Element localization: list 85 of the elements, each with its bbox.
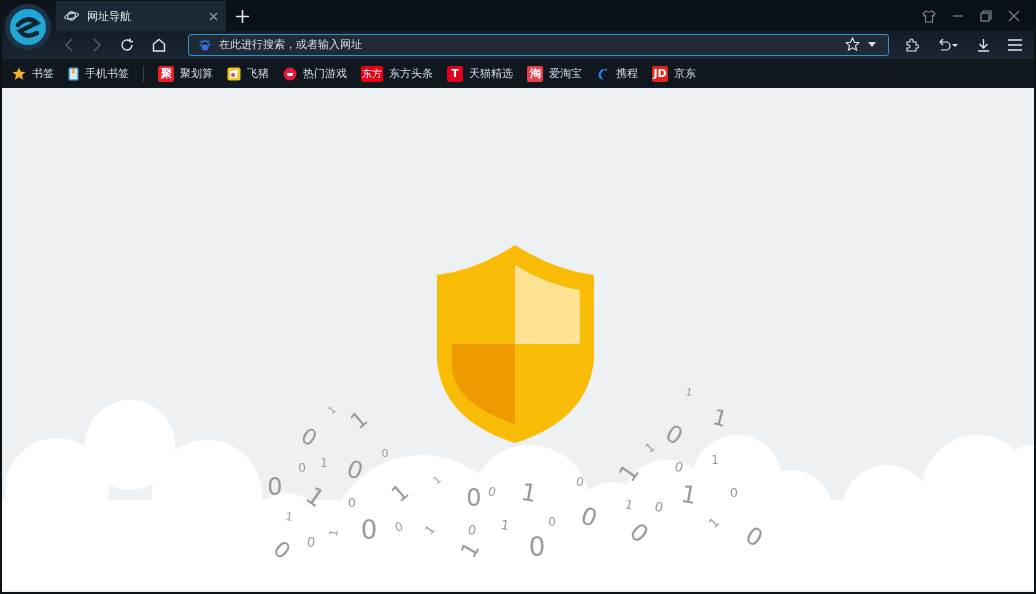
bookmark-item[interactable]: 聚 聚划算 <box>158 65 213 82</box>
address-bar[interactable]: 在此进行搜索，或者输入网址 <box>188 33 889 56</box>
binary-digit: 1 <box>300 481 330 513</box>
logo-icon: JD <box>652 65 668 82</box>
binary-digit: 0 <box>729 484 739 500</box>
binary-digit: 1 <box>711 453 719 467</box>
game-icon <box>283 66 297 81</box>
bookmark-item[interactable]: T 天猫精选 <box>447 65 513 82</box>
binary-digit: 0 <box>577 501 601 533</box>
binary-digit: 0 <box>393 519 405 535</box>
restore-icon[interactable] <box>980 10 992 22</box>
menu-icon[interactable] <box>1008 38 1022 51</box>
app-icon <box>227 66 241 81</box>
binary-digit: 1 <box>327 528 341 538</box>
home-icon[interactable] <box>152 37 166 52</box>
puzzle-icon[interactable] <box>905 37 919 52</box>
dropdown-caret-icon[interactable] <box>868 42 876 47</box>
binary-digit: 0 <box>574 474 586 490</box>
tab-title: 网址导航 <box>87 8 132 24</box>
binary-digit: 0 <box>740 521 768 553</box>
binary-digit: 1 <box>320 456 328 470</box>
forward-icon[interactable] <box>92 37 102 52</box>
binary-digit: 1 <box>422 522 438 538</box>
logo-icon: 东方 <box>361 65 383 82</box>
bookmark-item[interactable]: 热门游戏 <box>283 66 347 81</box>
bookmark-item[interactable]: 书签 <box>12 66 54 81</box>
dolphin-icon <box>596 66 610 81</box>
binary-digit: 1 <box>623 497 635 513</box>
bookmark-item[interactable]: 手机书签 <box>68 66 129 81</box>
binary-digit: 0 <box>381 446 389 460</box>
binary-digit: 1 <box>431 473 443 487</box>
binary-digit: 1 <box>705 514 723 532</box>
binary-digit: 1 <box>679 479 699 511</box>
bookmark-item[interactable]: 飞猪 <box>227 66 269 81</box>
phone-bookmark-icon <box>68 66 79 81</box>
back-icon[interactable] <box>64 37 74 52</box>
binary-digit: 1 <box>345 405 373 435</box>
browser-tab[interactable]: 网址导航 <box>56 1 226 31</box>
binary-digit: 0 <box>624 517 654 549</box>
logo-icon: 淘 <box>527 65 543 82</box>
binary-digit: 0 <box>660 419 688 451</box>
binary-digit: 1 <box>642 440 658 456</box>
paw-icon <box>199 38 211 51</box>
bookmark-item[interactable]: 携程 <box>596 66 638 81</box>
logo-icon: 聚 <box>158 65 174 82</box>
reload-icon[interactable] <box>120 37 134 52</box>
close-icon[interactable] <box>1008 10 1020 22</box>
undo-icon[interactable] <box>937 37 959 52</box>
binary-digit: 1 <box>613 458 645 488</box>
binary-digit: 1 <box>455 537 485 563</box>
binary-digit: 0 <box>466 484 482 512</box>
binary-digit: 0 <box>486 484 498 500</box>
browser-logo-icon[interactable] <box>4 3 52 51</box>
binary-digit: 0 <box>298 461 306 475</box>
star-icon[interactable] <box>845 37 860 52</box>
binary-digit: 0 <box>267 473 283 501</box>
binary-digit: 1 <box>386 478 414 508</box>
binary-digit: 0 <box>268 535 296 565</box>
new-tab-icon[interactable] <box>236 9 249 23</box>
star-icon <box>12 66 26 81</box>
bookmark-item[interactable]: 淘 爱淘宝 <box>527 65 582 82</box>
binary-digit: 1 <box>710 404 730 432</box>
binary-digit: 1 <box>326 403 338 417</box>
logo-icon: T <box>447 65 463 82</box>
planet-icon <box>64 10 79 22</box>
binary-digit: 0 <box>347 494 357 510</box>
binary-digit: 1 <box>499 516 511 534</box>
binary-digit: 0 <box>548 515 556 529</box>
binary-digit: 0 <box>296 422 322 452</box>
binary-digit: 1 <box>284 510 294 524</box>
bookmark-item[interactable]: JD 京东 <box>652 65 696 82</box>
download-icon[interactable] <box>977 37 990 52</box>
binary-digit: 0 <box>528 532 546 562</box>
binary-digit: 0 <box>466 521 478 539</box>
binary-digit: 0 <box>343 454 367 486</box>
binary-digit: 1 <box>684 386 694 398</box>
close-tab-icon[interactable] <box>209 11 218 21</box>
binary-digit: 0 <box>360 515 378 545</box>
binary-digit: 0 <box>653 498 665 516</box>
address-field[interactable]: 在此进行搜索，或者输入网址 <box>219 38 837 51</box>
bookmark-item[interactable]: 东方 东方头条 <box>361 65 433 82</box>
binary-digit: 0 <box>673 458 685 476</box>
binary-digit: 0 <box>305 533 317 551</box>
binary-digit: 1 <box>519 477 539 509</box>
shirt-icon[interactable] <box>922 9 936 23</box>
